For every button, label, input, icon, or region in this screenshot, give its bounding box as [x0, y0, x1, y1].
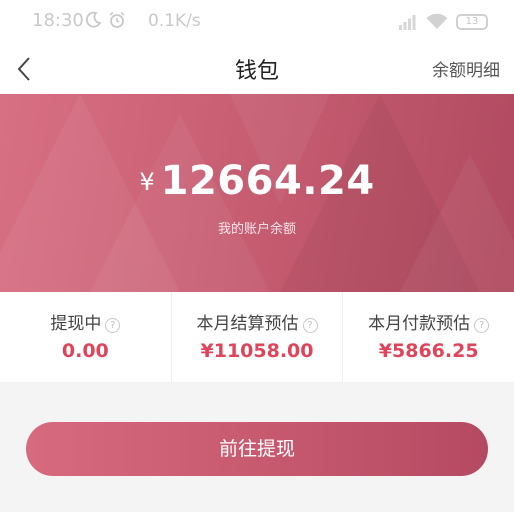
stat-label: 本月结算预估 — [196, 314, 299, 334]
moon-icon — [85, 11, 102, 28]
stat-settlement-estimate: 本月结算预估? ¥11058.00 — [172, 292, 344, 382]
wallet-page: 18:30 0.1K/s 13 钱包 余额明细 ¥ 12664.24 我的账户余… — [0, 0, 514, 512]
stats-panel: 提现中? 0.00 本月结算预估? ¥11058.00 本月付款预估? ¥586… — [0, 292, 514, 382]
network-speed: 0.1K/s — [148, 11, 201, 31]
battery-icon: 13 — [456, 14, 488, 30]
stat-value: ¥5866.25 — [378, 340, 479, 362]
stat-payment-estimate: 本月付款预估? ¥5866.25 — [343, 292, 514, 382]
alarm-icon — [109, 11, 125, 28]
currency-symbol: ¥ — [139, 168, 155, 196]
stat-label-row: 提现中? — [0, 309, 171, 334]
balance-detail-link[interactable]: 余额明细 — [432, 56, 500, 81]
status-bar: 18:30 0.1K/s 13 — [0, 0, 514, 44]
question-icon[interactable]: ? — [105, 318, 121, 333]
status-time: 18:30 — [32, 10, 84, 31]
stat-label: 本月付款预估 — [368, 314, 471, 334]
battery-level: 13 — [465, 16, 479, 27]
question-icon[interactable]: ? — [302, 318, 318, 333]
stat-label-row: 本月付款预估? — [343, 309, 514, 334]
stat-value: 0.00 — [61, 340, 109, 362]
stat-label: 提现中 — [50, 314, 102, 334]
withdraw-button[interactable]: 前往提现 — [26, 422, 488, 476]
balance-banner: ¥12664.24 我的账户余额 — [0, 94, 514, 292]
question-icon[interactable]: ? — [474, 318, 490, 333]
balance-amount: 12664.24 — [160, 158, 375, 204]
nav-bar: 钱包 余额明细 — [0, 44, 514, 94]
stat-label-row: 本月结算预估? — [172, 309, 343, 334]
stat-value: ¥11058.00 — [200, 340, 314, 362]
balance-row: ¥12664.24 — [0, 158, 514, 204]
wifi-icon — [426, 13, 448, 29]
signal-icon — [399, 15, 416, 30]
balance-caption: 我的账户余额 — [217, 222, 296, 237]
stat-withdrawing: 提现中? 0.00 — [0, 292, 172, 382]
